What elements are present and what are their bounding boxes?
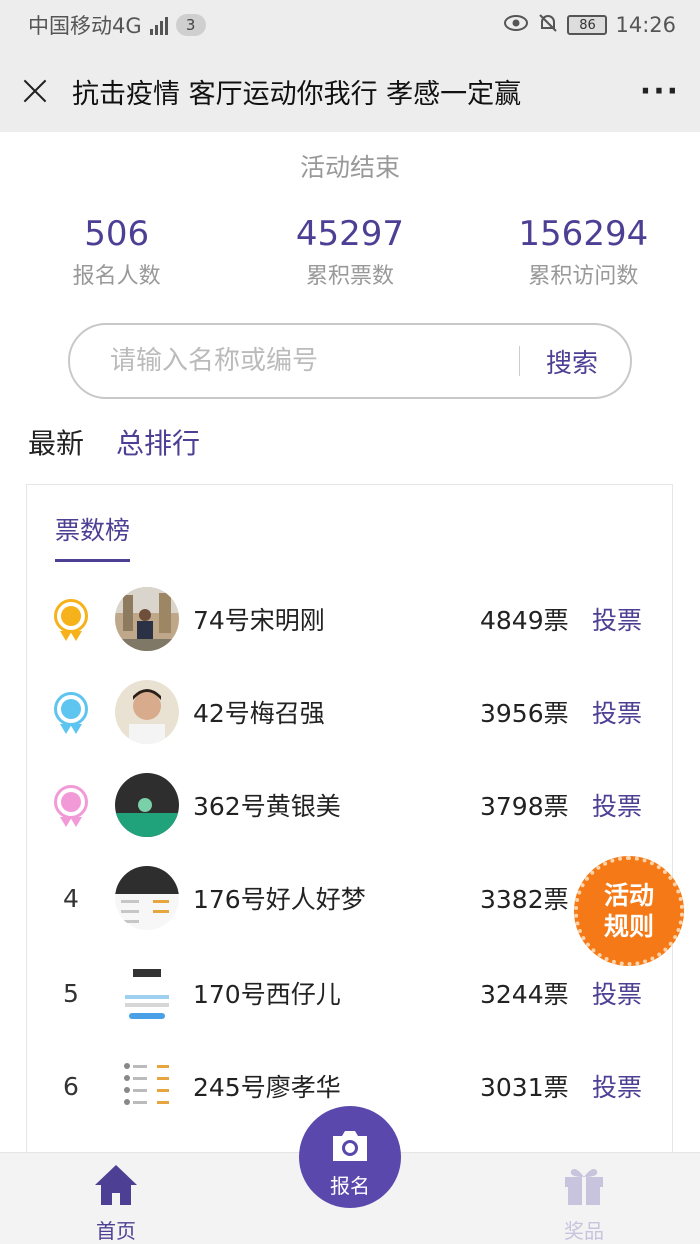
avatar[interactable] xyxy=(115,1054,179,1118)
rank-cell xyxy=(27,599,115,641)
table-row: 5 170号西仔儿 3244票 投票 xyxy=(27,955,672,1031)
home-icon xyxy=(56,1163,176,1211)
tab-prize-label: 奖品 xyxy=(564,1219,604,1243)
contestant-name: 74号宋明刚 xyxy=(193,606,325,635)
battery-indicator: 86 xyxy=(567,15,608,35)
rank-number: 5 xyxy=(63,978,79,1008)
search-box: 搜索 xyxy=(68,323,632,399)
vote-count: 3798票 xyxy=(480,792,569,821)
stat-votes: 45297 累积票数 xyxy=(233,214,466,290)
eye-icon xyxy=(503,13,529,37)
mute-bell-icon xyxy=(537,12,559,39)
search-input[interactable] xyxy=(110,346,519,376)
rule-badge-line2: 规则 xyxy=(603,912,654,941)
signup-label: 报名 xyxy=(330,1174,370,1198)
activity-status: 活动结束 xyxy=(299,153,400,182)
activity-rules-button[interactable]: 活动 规则 xyxy=(574,856,684,966)
gift-icon xyxy=(524,1163,644,1211)
status-left: 中国移动4G 3 xyxy=(28,10,206,40)
stat-label: 报名人数 xyxy=(72,264,161,289)
avatar[interactable] xyxy=(115,961,179,1025)
sim-badge: 3 xyxy=(175,14,206,36)
ranking-tabs: 最新 总排行 xyxy=(28,422,200,462)
stat-value: 45297 xyxy=(295,214,405,254)
stat-label: 累积访问数 xyxy=(528,264,639,289)
bronze-medal-icon xyxy=(54,785,88,827)
stat-visits: 156294 累积访问数 xyxy=(467,214,700,290)
vote-button[interactable]: 投票 xyxy=(592,694,672,730)
avatar[interactable] xyxy=(115,773,179,837)
table-row: 74号宋明刚 4849票 投票 xyxy=(27,581,672,657)
stat-value: 156294 xyxy=(518,214,649,254)
rank-cell xyxy=(27,785,115,827)
signal-icon xyxy=(149,15,168,35)
vote-count: 3244票 xyxy=(480,980,569,1009)
tab-home-label: 首页 xyxy=(96,1219,136,1243)
vote-count: 3956票 xyxy=(480,699,569,728)
tab-prize[interactable]: 奖品 xyxy=(524,1153,644,1244)
avatar[interactable] xyxy=(115,866,179,930)
contestant-name: 245号廖孝华 xyxy=(193,1073,341,1102)
silver-medal-icon xyxy=(54,692,88,734)
status-bar: 中国移动4G 3 86 14:26 xyxy=(0,0,700,50)
rank-number: 6 xyxy=(63,1071,79,1101)
vote-button[interactable]: 投票 xyxy=(592,1068,672,1104)
close-icon[interactable] xyxy=(20,76,50,106)
signup-button[interactable]: 报名 xyxy=(299,1106,401,1208)
more-options-button[interactable]: ··· xyxy=(640,74,680,109)
status-right: 86 14:26 xyxy=(503,12,676,39)
vote-button[interactable]: 投票 xyxy=(592,601,672,637)
avatar[interactable] xyxy=(115,587,179,651)
gold-medal-icon xyxy=(54,599,88,641)
avatar[interactable] xyxy=(115,680,179,744)
tab-latest[interactable]: 最新 xyxy=(28,422,84,462)
tab-home[interactable]: 首页 xyxy=(56,1153,176,1244)
contestant-name: 362号黄银美 xyxy=(193,792,341,821)
search-divider xyxy=(518,346,520,376)
contestant-name: 42号梅召强 xyxy=(193,699,325,728)
leaderboard-title: 票数榜 xyxy=(55,511,131,562)
nav-bar: 抗击疫情 客厅运动你我行 孝感一定赢 ··· xyxy=(0,50,700,132)
rank-cell xyxy=(27,692,115,734)
stat-value: 506 xyxy=(84,214,150,254)
contestant-name: 176号好人好梦 xyxy=(193,885,366,914)
rule-badge-line1: 活动 xyxy=(603,880,654,910)
camera-icon xyxy=(299,1128,401,1168)
clock: 14:26 xyxy=(615,13,676,37)
vote-button[interactable]: 投票 xyxy=(592,787,672,823)
vote-count: 3031票 xyxy=(480,1073,569,1102)
table-row: 362号黄银美 3798票 投票 xyxy=(27,767,672,843)
carrier-label: 中国移动4G xyxy=(28,14,142,38)
stats-row: 506 报名人数 45297 累积票数 156294 累积访问数 xyxy=(0,214,700,290)
stat-label: 累积票数 xyxy=(305,264,394,289)
vote-button[interactable]: 投票 xyxy=(592,975,672,1011)
contestant-name: 170号西仔儿 xyxy=(193,980,341,1009)
search-button[interactable]: 搜索 xyxy=(546,343,598,380)
vote-count: 4849票 xyxy=(480,606,569,635)
table-row: 42号梅召强 3956票 投票 xyxy=(27,674,672,750)
tab-total-ranking[interactable]: 总排行 xyxy=(116,422,200,462)
leaderboard-panel: 票数榜 74号宋明刚 4849票 投票 42号梅召强 3956票 投票 362号… xyxy=(26,484,673,1164)
page-title: 抗击疫情 客厅运动你我行 孝感一定赢 xyxy=(72,78,522,110)
rank-number: 4 xyxy=(63,883,79,913)
stat-signups: 506 报名人数 xyxy=(0,214,233,290)
